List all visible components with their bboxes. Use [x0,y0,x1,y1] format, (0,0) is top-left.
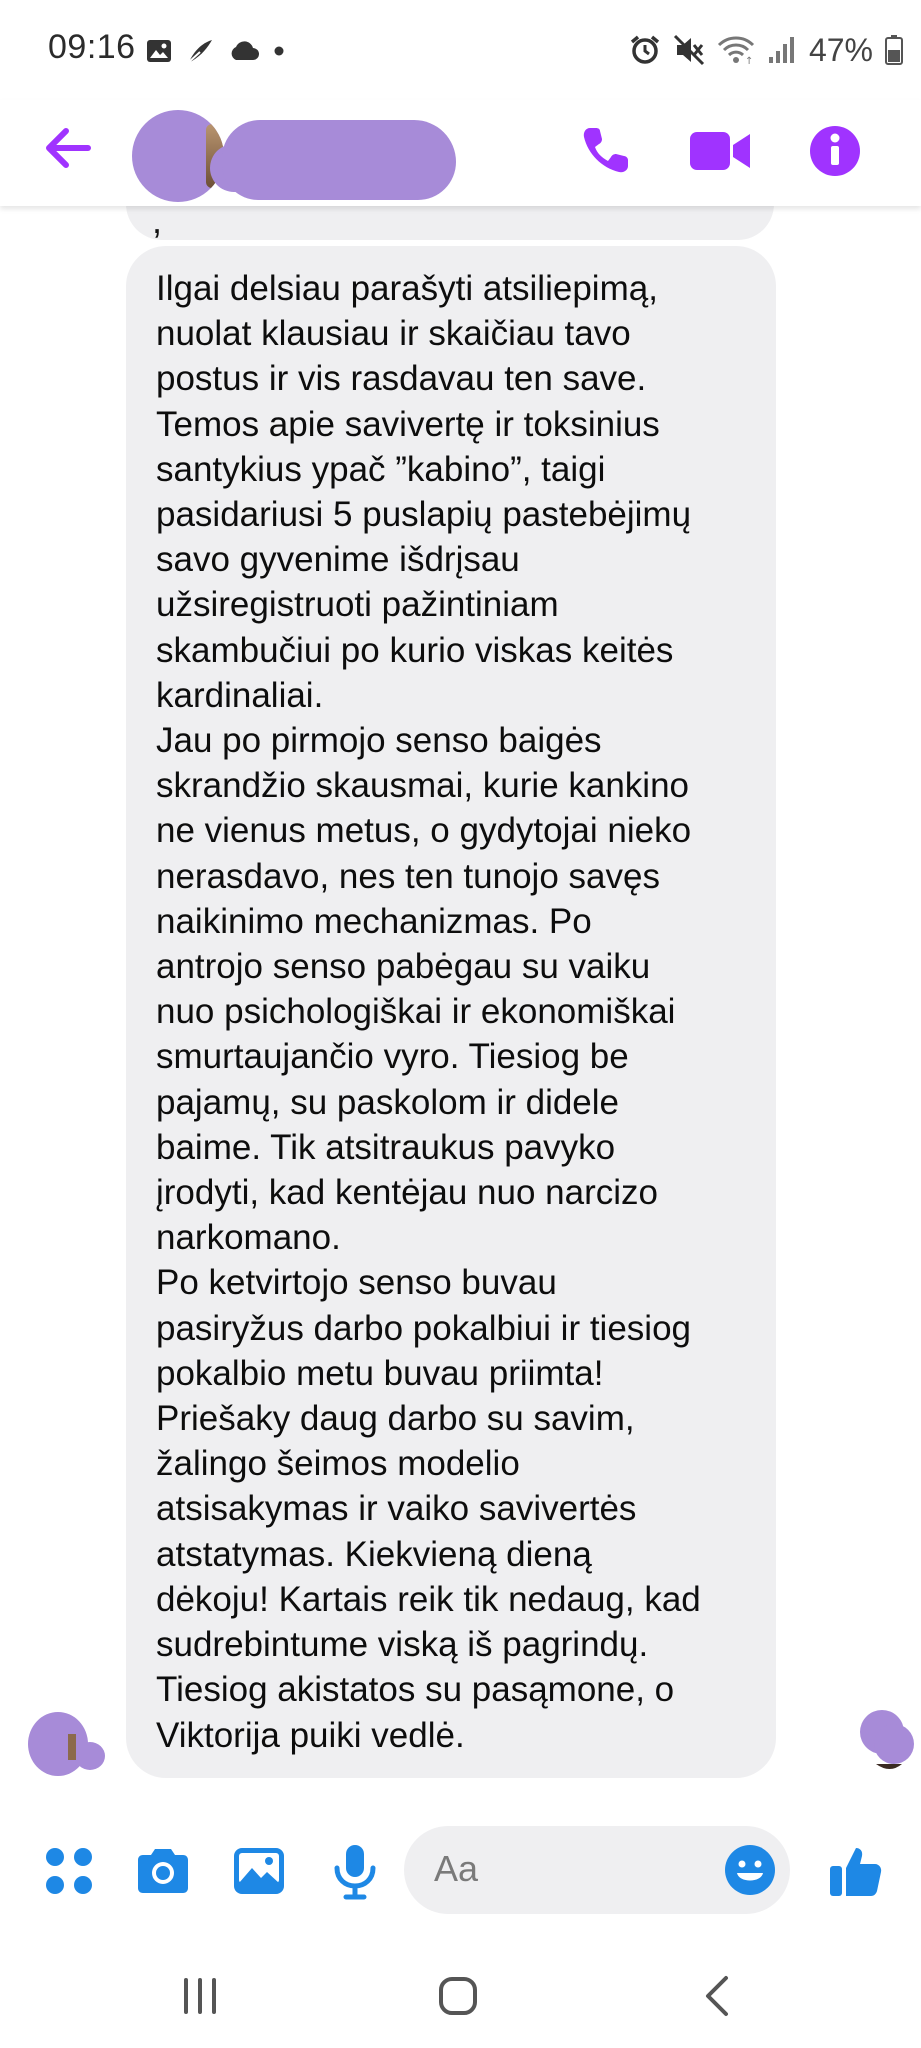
message-bubble[interactable]: Ilgai delsiau parašyti atsiliepimą, nuol… [126,246,776,1778]
contact-avatar[interactable] [132,110,224,202]
status-bar: 09:16 ↑↓ 47% [0,0,921,100]
image-icon [147,40,171,62]
emoji-icon[interactable] [722,1842,778,1898]
recent-apps-icon[interactable] [170,1966,230,2026]
mute-icon [673,34,705,66]
gallery-icon[interactable] [228,1840,290,1902]
seen-receipt-avatar [860,1710,914,1769]
back-arrow-icon[interactable] [38,118,98,178]
phone-icon[interactable] [570,116,640,186]
apps-icon[interactable] [38,1840,100,1902]
camera-icon[interactable] [132,1840,194,1902]
feather-icon [188,40,212,63]
back-icon[interactable] [688,1966,748,2026]
svg-text:↑↓: ↑↓ [745,56,755,65]
thumbs-up-icon[interactable] [824,1840,886,1902]
conversation-header [0,100,921,206]
dot-icon [274,46,284,56]
status-time: 09:16 [48,28,136,66]
video-icon[interactable] [686,116,756,186]
contact-name[interactable] [222,120,456,200]
battery-icon [885,35,903,65]
wifi-icon: ↑↓ [717,36,755,65]
home-icon[interactable] [428,1966,488,2026]
previous-message-text: , [152,200,163,241]
cloud-icon [231,41,259,60]
system-nav-bar [0,1944,921,2048]
alarm-icon [630,35,660,64]
message-input-placeholder: Aa [434,1848,479,1889]
signal-icon [768,37,794,63]
message-input[interactable]: Aa [404,1826,790,1914]
sender-avatar[interactable] [22,1708,106,1782]
message-text: Ilgai delsiau parašyti atsiliepimą, nuol… [156,269,701,1755]
composer-bar: Aa [0,1826,921,1916]
info-icon[interactable] [800,116,870,186]
battery-percent: 47% [808,31,873,68]
mic-icon[interactable] [324,1840,386,1902]
